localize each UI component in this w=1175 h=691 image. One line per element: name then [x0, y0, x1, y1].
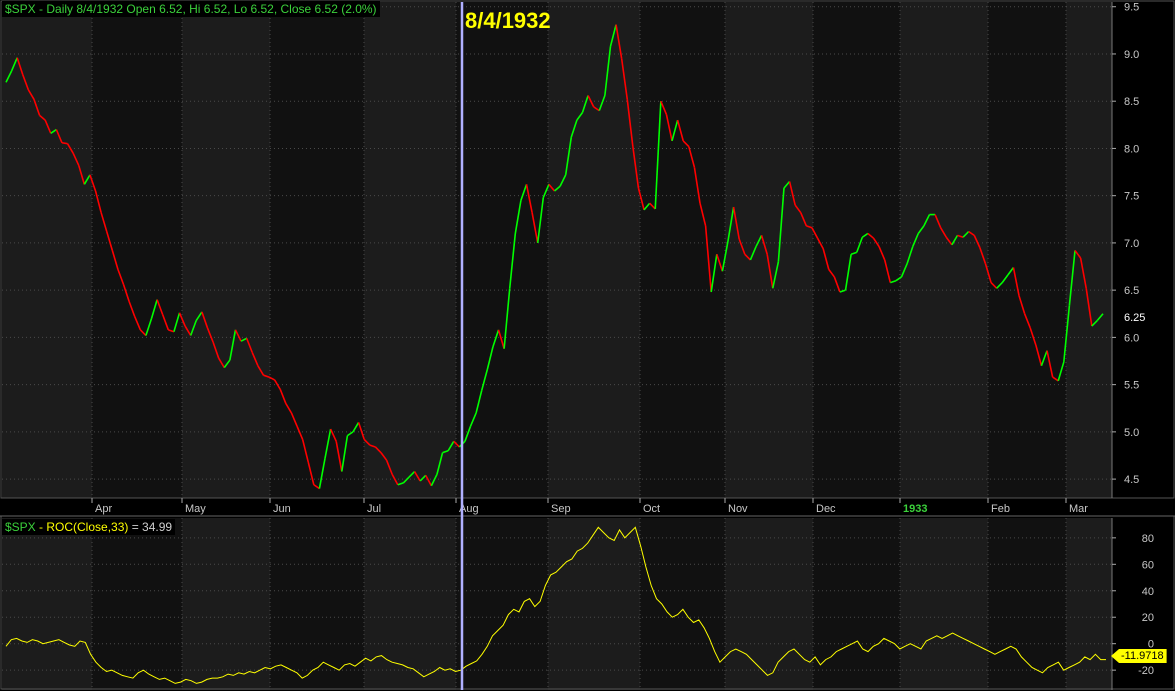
price-band — [182, 2, 270, 498]
roc-tick-label: 0 — [1148, 639, 1154, 651]
x-tick-label: Nov — [728, 503, 748, 515]
price-tick-label: 8.5 — [1124, 96, 1139, 108]
price-band — [364, 2, 456, 498]
x-tick-label: Sep — [551, 503, 571, 515]
last-price-label: 6.25 — [1124, 312, 1146, 324]
price-tick-label: 9.0 — [1124, 49, 1139, 61]
price-tick-label: 7.0 — [1124, 238, 1139, 250]
x-tick-label: Mar — [1069, 503, 1088, 515]
price-band — [1066, 2, 1112, 498]
price-legend-text: - Daily 8/4/1932 Open 6.52, Hi 6.52, Lo … — [35, 2, 377, 16]
price-band — [813, 2, 900, 498]
x-tick-label: Dec — [816, 503, 836, 515]
price-tick-label: 7.5 — [1124, 191, 1139, 203]
x-tick-label: May — [185, 503, 206, 515]
price-tick-label: 6.5 — [1124, 285, 1139, 297]
chart-canvas[interactable]: 9.5 9.0 8.5 8.0 7.5 7.0 6.5 6.0 5.5 5.0 4.5 Apr May J… — [0, 0, 1175, 691]
roc-legend: $SPX - ROC(Close,33) = 34.99 — [2, 519, 176, 535]
roc-tick-label: 60 — [1142, 559, 1154, 571]
roc-band — [900, 518, 988, 690]
roc-tick-label: 20 — [1142, 612, 1154, 624]
price-band — [900, 2, 988, 498]
roc-legend-symbol: $SPX — [5, 520, 36, 534]
price-legend-symbol: $SPX — [5, 2, 36, 16]
roc-legend-name: - ROC(Close,33) — [35, 520, 129, 534]
roc-tick-label: 40 — [1142, 586, 1154, 598]
x-tick-label: Feb — [991, 503, 1010, 515]
roc-band — [92, 518, 182, 690]
roc-tick-label: -20 — [1138, 665, 1154, 677]
price-band — [640, 2, 725, 498]
price-band — [988, 2, 1066, 498]
x-tick-label: Oct — [643, 503, 660, 515]
price-band — [92, 2, 182, 498]
roc-band — [270, 518, 364, 690]
roc-band — [640, 518, 725, 690]
roc-band — [2, 518, 92, 690]
price-band — [456, 2, 548, 498]
roc-band — [182, 518, 270, 690]
price-legend: $SPX - Daily 8/4/1932 Open 6.52, Hi 6.52… — [2, 1, 380, 17]
roc-band — [364, 518, 456, 690]
down-segment — [61, 141, 68, 145]
roc-band — [1066, 518, 1112, 690]
price-band — [548, 2, 640, 498]
x-tick-label: Apr — [95, 503, 112, 515]
price-band — [725, 2, 813, 498]
roc-tick-label: 80 — [1142, 533, 1154, 545]
price-tick-label: 9.5 — [1124, 2, 1139, 14]
price-band — [270, 2, 364, 498]
roc-band — [725, 518, 813, 690]
roc-band — [548, 518, 640, 690]
x-tick-label: 1933 — [903, 503, 927, 515]
roc-band — [813, 518, 900, 690]
price-tick-label: 6.0 — [1124, 332, 1139, 344]
price-tick-label: 5.5 — [1124, 380, 1139, 392]
roc-legend-value: = 34.99 — [128, 520, 173, 534]
price-band — [2, 2, 92, 498]
selected-date-label: 8/4/1932 — [465, 8, 551, 33]
x-tick-label: Jul — [367, 503, 381, 515]
month-bands — [2, 2, 1112, 690]
x-tick-label: Jun — [273, 503, 291, 515]
price-tick-label: 8.0 — [1124, 143, 1139, 155]
price-tick-label: 5.0 — [1124, 427, 1139, 439]
chart-window: 9.5 9.0 8.5 8.0 7.5 7.0 6.5 6.0 5.5 5.0 4.5 Apr May J… — [0, 0, 1175, 691]
price-tick-label: 4.5 — [1124, 474, 1139, 486]
roc-last-value-flag: -11.9718 — [1111, 649, 1167, 663]
